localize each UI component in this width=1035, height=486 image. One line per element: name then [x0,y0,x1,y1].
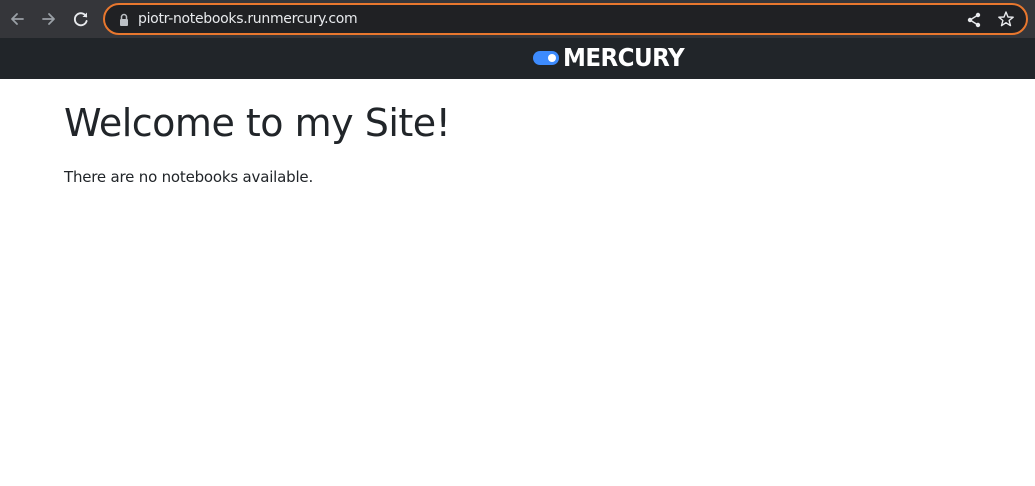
page-title: Welcome to my Site! [64,101,451,145]
mercury-logo[interactable]: MERCURY [533,44,695,72]
forward-button[interactable] [37,7,61,31]
star-icon[interactable] [997,10,1015,28]
url-text[interactable]: piotr-notebooks.runmercury.com [138,10,358,28]
logo-text: MERCURY [563,43,685,72]
lock-icon[interactable] [117,12,131,28]
app-header: MERCURY [0,38,1035,79]
arrow-left-icon [11,13,24,25]
toggle-knob [548,54,556,62]
reload-button[interactable] [69,7,93,31]
reload-icon [73,12,88,27]
back-button[interactable] [5,7,29,31]
share-icon[interactable] [965,11,983,29]
arrow-right-icon [42,13,55,25]
address-bar[interactable]: piotr-notebooks.runmercury.com [103,3,1028,35]
browser-toolbar: piotr-notebooks.runmercury.com [0,0,1035,38]
empty-notebooks-message: There are no notebooks available. [64,168,314,186]
toggle-icon [533,51,559,65]
